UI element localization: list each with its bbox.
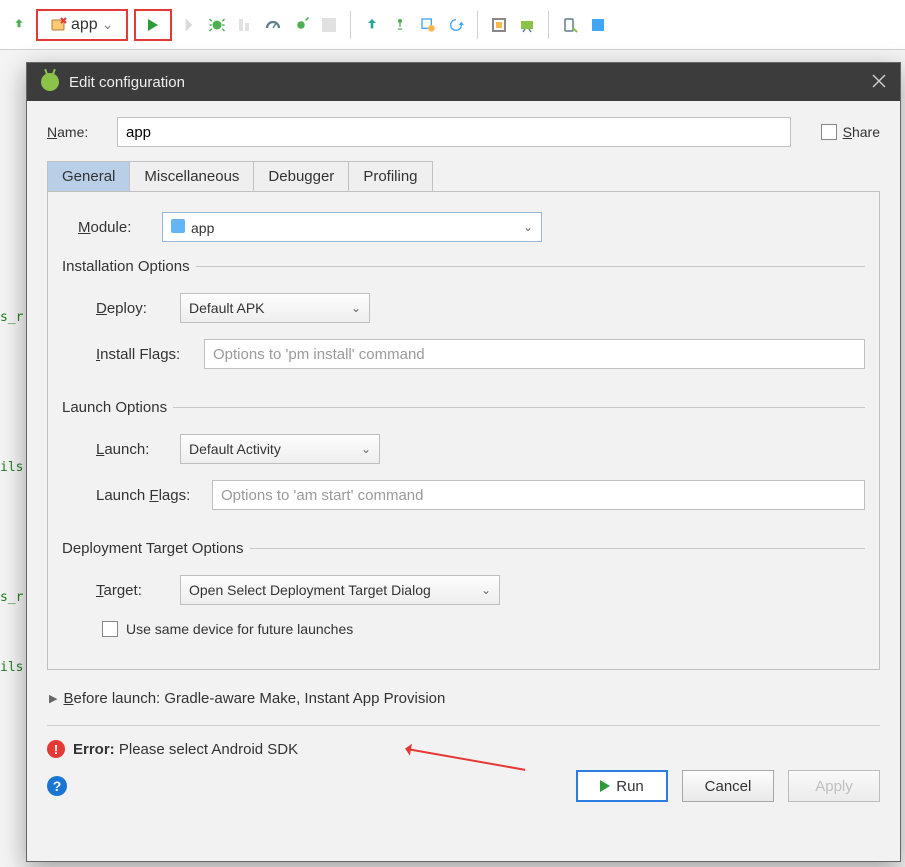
close-icon[interactable] xyxy=(872,72,886,93)
play-icon xyxy=(600,780,610,792)
expand-triangle-icon: ▶ xyxy=(49,692,57,705)
launch-value: Default Activity xyxy=(189,441,281,457)
name-input[interactable] xyxy=(117,117,791,147)
tab-miscellaneous[interactable]: Miscellaneous xyxy=(129,161,254,191)
divider xyxy=(47,725,880,726)
config-error-icon xyxy=(51,17,67,33)
launch-flags-label: Launch Flags: xyxy=(96,487,200,504)
run-config-highlight: app ⌄ xyxy=(36,9,128,41)
launch-options-section: Launch Options Launch: Default Activity … xyxy=(62,399,865,530)
annotation-arrow xyxy=(407,748,526,771)
module-icon xyxy=(171,219,185,233)
avd-manager-icon[interactable] xyxy=(559,14,581,36)
share-checkbox[interactable] xyxy=(821,124,837,140)
vcs-revert-icon[interactable] xyxy=(445,14,467,36)
chevron-down-icon: ⌄ xyxy=(351,301,361,315)
debug-icon[interactable] xyxy=(206,14,228,36)
chevron-down-icon: ⌄ xyxy=(361,442,371,456)
apply-button: Apply xyxy=(788,770,880,802)
tab-bar: General Miscellaneous Debugger Profiling xyxy=(47,161,880,192)
module-label: Module: xyxy=(78,219,150,236)
tab-profiling[interactable]: Profiling xyxy=(348,161,432,191)
run-config-label: app xyxy=(71,16,98,34)
vcs-history-icon[interactable] xyxy=(417,14,439,36)
apply-changes-icon[interactable] xyxy=(178,14,200,36)
error-row: ! Error: Please select Android SDK xyxy=(47,740,880,758)
android-icon xyxy=(41,73,59,91)
stop-icon[interactable] xyxy=(318,14,340,36)
project-structure-icon[interactable] xyxy=(488,14,510,36)
before-launch-section[interactable]: ▶ Before launch: Gradle-aware Make, Inst… xyxy=(49,690,878,707)
run-button-highlight xyxy=(134,9,172,41)
run-button[interactable] xyxy=(142,14,164,36)
installation-legend: Installation Options xyxy=(62,258,196,275)
tab-general[interactable]: General xyxy=(47,161,130,191)
profiler-icon[interactable] xyxy=(262,14,284,36)
target-dropdown[interactable]: Open Select Deployment Target Dialog ⌄ xyxy=(180,575,500,605)
share-label: Share xyxy=(843,124,880,140)
run-label: Run xyxy=(616,778,644,795)
dialog-titlebar: Edit configuration xyxy=(27,63,900,101)
launch-label: Launch: xyxy=(96,441,168,458)
same-device-label: Use same device for future launches xyxy=(126,621,353,637)
vcs-update-icon[interactable] xyxy=(361,14,383,36)
launch-flags-input[interactable] xyxy=(212,480,865,510)
main-toolbar: app ⌄ xyxy=(0,0,905,50)
deployment-target-section: Deployment Target Options Target: Open S… xyxy=(62,540,865,641)
deployment-legend: Deployment Target Options xyxy=(62,540,250,557)
chevron-down-icon: ⌄ xyxy=(481,583,491,597)
target-label: Target: xyxy=(96,582,168,599)
error-prefix: Error: xyxy=(73,741,115,758)
run-button[interactable]: Run xyxy=(576,770,668,802)
vcs-commit-icon[interactable] xyxy=(389,14,411,36)
chevron-down-icon: ⌄ xyxy=(102,16,114,33)
sdk-manager-icon[interactable] xyxy=(516,14,538,36)
same-device-checkbox[interactable] xyxy=(102,621,118,637)
installation-options-section: Installation Options Deploy: Default APK… xyxy=(62,258,865,389)
error-icon: ! xyxy=(47,740,65,758)
tab-content-general: Module: app ⌄ Installation Options Deplo… xyxy=(47,192,880,670)
run-config-dropdown[interactable]: app ⌄ xyxy=(42,12,122,38)
install-flags-input[interactable] xyxy=(204,339,865,369)
editor-gutter: s_r ils s_r ils xyxy=(0,60,20,860)
error-message: Please select Android SDK xyxy=(115,741,298,758)
run-coverage-icon[interactable] xyxy=(234,14,256,36)
chevron-down-icon: ⌄ xyxy=(523,220,533,234)
tab-debugger[interactable]: Debugger xyxy=(253,161,349,191)
layout-inspector-icon[interactable] xyxy=(587,14,609,36)
deploy-value: Default APK xyxy=(189,300,265,316)
name-label: Name: xyxy=(47,124,105,140)
launch-dropdown[interactable]: Default Activity ⌄ xyxy=(180,434,380,464)
module-value: app xyxy=(191,220,214,236)
deploy-label: Deploy: xyxy=(96,300,168,317)
sync-icon[interactable] xyxy=(8,14,30,36)
cancel-button[interactable]: Cancel xyxy=(682,770,774,802)
deploy-dropdown[interactable]: Default APK ⌄ xyxy=(180,293,370,323)
attach-debugger-icon[interactable] xyxy=(290,14,312,36)
install-flags-label: Install Flags: xyxy=(96,346,192,363)
help-button[interactable]: ? xyxy=(47,776,67,796)
dialog-title: Edit configuration xyxy=(69,74,862,91)
edit-configuration-dialog: Edit configuration Name: Share General M… xyxy=(26,62,901,862)
module-dropdown[interactable]: app ⌄ xyxy=(162,212,542,242)
target-value: Open Select Deployment Target Dialog xyxy=(189,582,431,598)
launch-legend: Launch Options xyxy=(62,399,173,416)
